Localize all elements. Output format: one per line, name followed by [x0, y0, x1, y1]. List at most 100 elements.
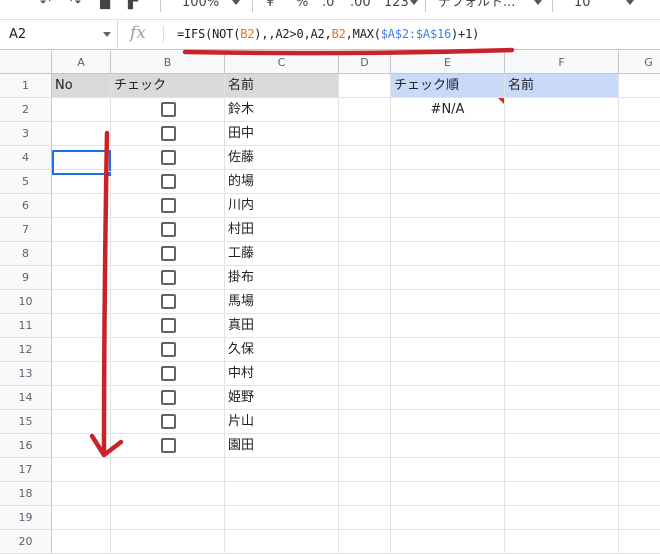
grid-cell-g7[interactable] — [619, 218, 660, 242]
grid-cell-d2[interactable] — [339, 98, 391, 122]
grid-cell-g2[interactable] — [619, 98, 660, 122]
row-header-9[interactable]: 9 — [0, 266, 52, 290]
checkbox-cell-b5[interactable] — [111, 170, 225, 194]
grid-cell-a12[interactable] — [52, 338, 111, 362]
grid-cell-c18[interactable] — [225, 482, 339, 506]
column-header-b[interactable]: B — [111, 51, 225, 74]
grid-cell-d1[interactable] — [339, 74, 391, 98]
print-icon[interactable]: ▆ — [100, 0, 110, 12]
checkbox-cell-b13[interactable] — [111, 362, 225, 386]
checkbox-cell-b14[interactable] — [111, 386, 225, 410]
grid-cell-d11[interactable] — [339, 314, 391, 338]
grid-cell-g11[interactable] — [619, 314, 660, 338]
row-header-13[interactable]: 13 — [0, 362, 52, 386]
grid-cell-b20[interactable] — [111, 530, 225, 554]
grid-cell-g18[interactable] — [619, 482, 660, 506]
percent-format-button[interactable]: % — [296, 0, 308, 12]
grid-cell-d19[interactable] — [339, 506, 391, 530]
grid-cell-d5[interactable] — [339, 170, 391, 194]
grid-cell-e20[interactable] — [391, 530, 505, 554]
grid-cell-e14[interactable] — [391, 386, 505, 410]
checkbox-cell-b9[interactable] — [111, 266, 225, 290]
checkbox-cell-b8[interactable] — [111, 242, 225, 266]
grid-cell-e3[interactable] — [391, 122, 505, 146]
name-cell-c9[interactable]: 掛布 — [225, 266, 339, 290]
name-cell-c13[interactable]: 中村 — [225, 362, 339, 386]
checkbox[interactable] — [160, 294, 176, 309]
checkbox-cell-b10[interactable] — [111, 290, 225, 314]
column-header-c[interactable]: C — [225, 51, 339, 74]
grid-cell-f9[interactable] — [505, 266, 619, 290]
increase-decimal-button[interactable]: .00 — [350, 0, 371, 12]
grid-cell-a2[interactable] — [52, 98, 111, 122]
grid-cell-g12[interactable] — [619, 338, 660, 362]
row-header-20[interactable]: 20 — [0, 530, 52, 554]
row-header-16[interactable]: 16 — [0, 434, 52, 458]
checkbox-cell-b7[interactable] — [111, 218, 225, 242]
row-header-10[interactable]: 10 — [0, 290, 52, 314]
row-header-17[interactable]: 17 — [0, 458, 52, 482]
grid-cell-f10[interactable] — [505, 290, 619, 314]
row-header-2[interactable]: 2 — [0, 98, 52, 122]
grid-cell-d12[interactable] — [339, 338, 391, 362]
grid-cell-e18[interactable] — [391, 482, 505, 506]
grid-cell-d8[interactable] — [339, 242, 391, 266]
grid-cell-e17[interactable] — [391, 458, 505, 482]
checkbox-cell-b3[interactable] — [111, 122, 225, 146]
row-header-14[interactable]: 14 — [0, 386, 52, 410]
grid-cell-a11[interactable] — [52, 314, 111, 338]
checkbox-cell-b12[interactable] — [111, 338, 225, 362]
column-header-e[interactable]: E — [391, 51, 505, 74]
row-header-8[interactable]: 8 — [0, 242, 52, 266]
grid-cell-a20[interactable] — [52, 530, 111, 554]
error-cell-e2[interactable]: #N/A — [391, 98, 505, 122]
grid-cell-g20[interactable] — [619, 530, 660, 554]
redo-icon[interactable]: ↷ — [70, 0, 81, 12]
grid-cell-b17[interactable] — [111, 458, 225, 482]
grid-cell-e9[interactable] — [391, 266, 505, 290]
grid-cell-e5[interactable] — [391, 170, 505, 194]
grid-cell-g16[interactable] — [619, 434, 660, 458]
grid-cell-f17[interactable] — [505, 458, 619, 482]
undo-icon[interactable]: ↶ — [40, 0, 51, 12]
grid-cell-f20[interactable] — [505, 530, 619, 554]
grid-cell-a14[interactable] — [52, 386, 111, 410]
grid-cell-f12[interactable] — [505, 338, 619, 362]
row-header-6[interactable]: 6 — [0, 194, 52, 218]
grid-cell-g17[interactable] — [619, 458, 660, 482]
row-header-11[interactable]: 11 — [0, 314, 52, 338]
grid-cell-a7[interactable] — [52, 218, 111, 242]
grid-cell-f16[interactable] — [505, 434, 619, 458]
decrease-decimal-button[interactable]: .0 — [322, 0, 334, 12]
grid-cell-a15[interactable] — [52, 410, 111, 434]
font-size-select[interactable]: 10 — [574, 0, 591, 12]
grid-cell-g6[interactable] — [619, 194, 660, 218]
grid-cell-a8[interactable] — [52, 242, 111, 266]
fill-handle[interactable] — [106, 171, 112, 177]
column-header-a[interactable]: A — [52, 51, 111, 74]
currency-format-button[interactable]: ¥ — [266, 0, 274, 12]
checkbox[interactable] — [160, 222, 176, 237]
checkbox[interactable] — [160, 366, 176, 381]
name-cell-c4[interactable]: 佐藤 — [225, 146, 339, 170]
grid-cell-e6[interactable] — [391, 194, 505, 218]
name-cell-c15[interactable]: 片山 — [225, 410, 339, 434]
grid-cell-d6[interactable] — [339, 194, 391, 218]
grid-cell-a3[interactable] — [52, 122, 111, 146]
row-header-5[interactable]: 5 — [0, 170, 52, 194]
checkbox[interactable] — [160, 270, 176, 285]
grid-cell-g14[interactable] — [619, 386, 660, 410]
row-header-12[interactable]: 12 — [0, 338, 52, 362]
name-cell-c6[interactable]: 川内 — [225, 194, 339, 218]
grid-cell-c20[interactable] — [225, 530, 339, 554]
row-header-19[interactable]: 19 — [0, 506, 52, 530]
grid-cell-e8[interactable] — [391, 242, 505, 266]
zoom-select[interactable]: 100% — [182, 0, 219, 12]
grid-cell-f8[interactable] — [505, 242, 619, 266]
checkbox-cell-b6[interactable] — [111, 194, 225, 218]
grid-cell-d13[interactable] — [339, 362, 391, 386]
grid-cell-d3[interactable] — [339, 122, 391, 146]
checkbox-cell-b4[interactable] — [111, 146, 225, 170]
checkbox-cell-b2[interactable] — [111, 98, 225, 122]
grid-cell-a9[interactable] — [52, 266, 111, 290]
